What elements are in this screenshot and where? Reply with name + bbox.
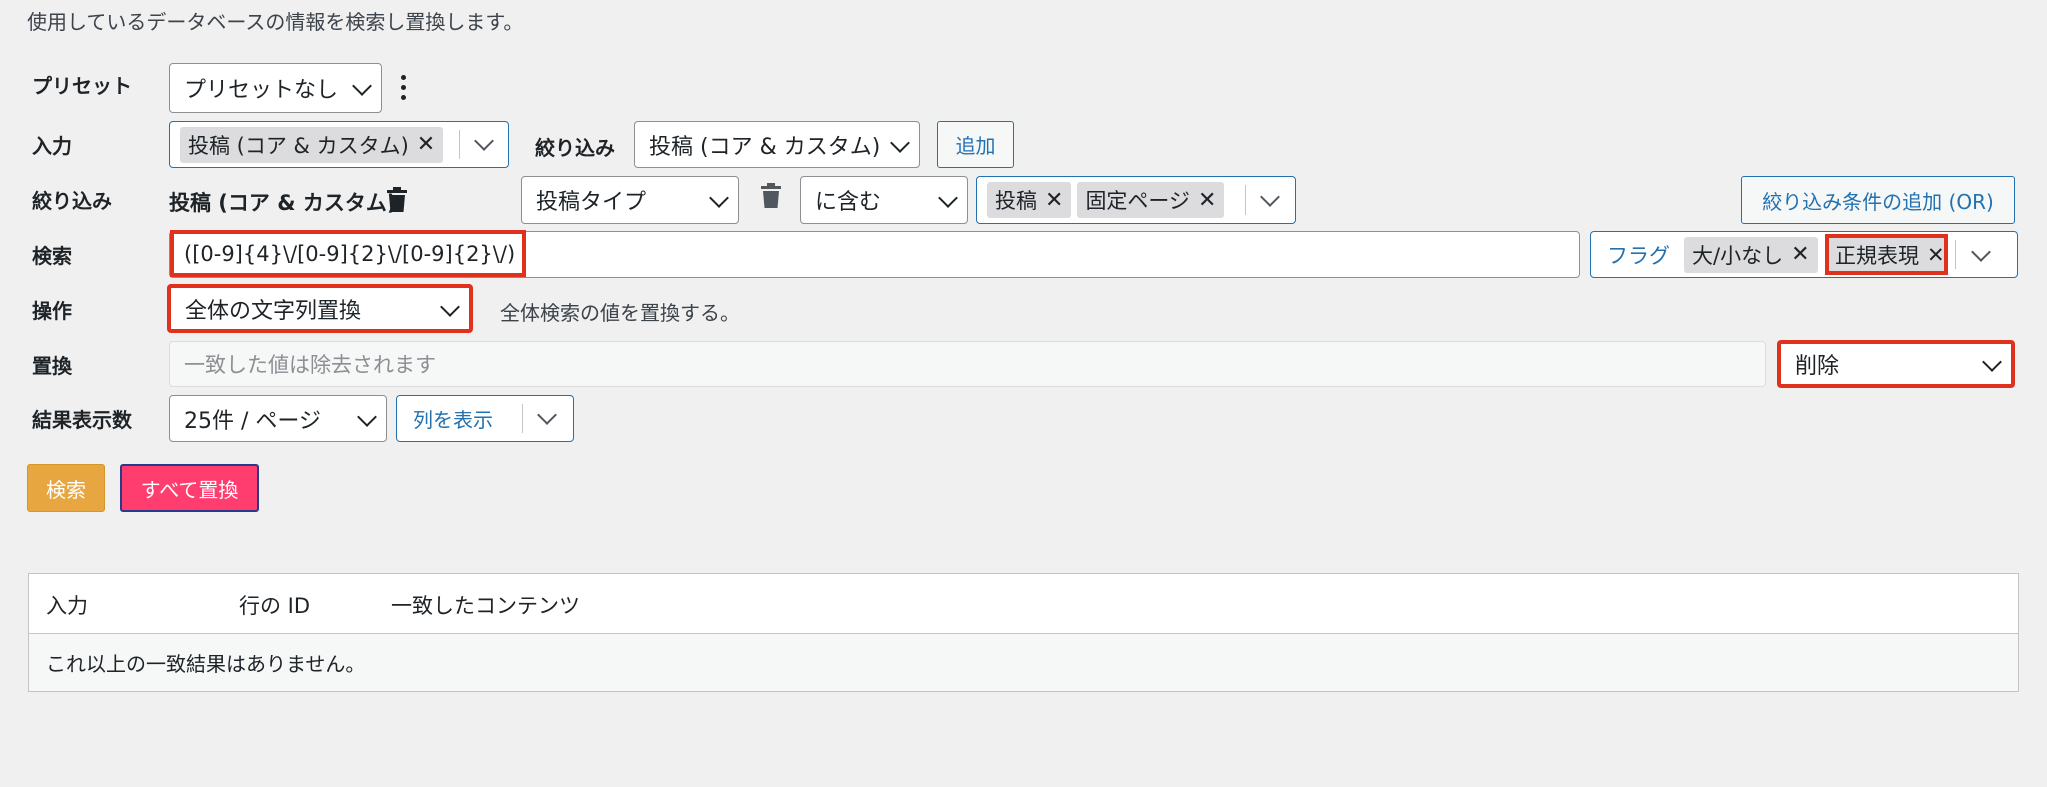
chevron-down-icon xyxy=(890,132,910,153)
post-type-multiselect[interactable]: 投稿 ✕ 固定ページ ✕ xyxy=(976,176,1296,224)
chevron-down-icon xyxy=(357,406,377,427)
preset-select-value: プリセットなし xyxy=(184,78,339,103)
chip-page: 固定ページ ✕ xyxy=(1077,182,1225,218)
input-chip: 投稿 (コア & カスタム) ✕ xyxy=(180,126,444,163)
filter-field-select[interactable]: 投稿タイプ xyxy=(521,176,739,224)
filter-operator-value: に含む xyxy=(815,190,882,215)
filter-group-title: 投稿 (コア & カスタム) xyxy=(169,187,396,217)
per-page-select[interactable]: 25件 / ページ xyxy=(169,395,387,442)
chevron-down-icon[interactable] xyxy=(537,405,557,425)
chevron-down-icon xyxy=(440,296,460,317)
search-value: ([0-9]{4}\/[0-9]{2}\/[0-9]{2}\/) xyxy=(184,241,516,266)
preset-label: プリセット xyxy=(32,74,132,98)
chevron-down-icon[interactable] xyxy=(1971,242,1991,262)
search-label: 検索 xyxy=(32,244,72,268)
trash-icon[interactable] xyxy=(760,183,782,209)
divider xyxy=(1245,185,1246,215)
replace-all-button[interactable]: すべて置換 xyxy=(120,464,259,512)
filter-label: 絞り込み xyxy=(32,189,112,213)
column-header-source: 入力 xyxy=(46,594,88,618)
remove-chip-icon[interactable]: ✕ xyxy=(1927,243,1945,267)
input-label: 入力 xyxy=(32,134,72,158)
columns-select[interactable]: 列を表示 xyxy=(396,395,574,442)
chip-post: 投稿 ✕ xyxy=(987,182,1072,218)
page-description: 使用しているデータベースの情報を検索し置換します。 xyxy=(27,10,524,34)
search-button[interactable]: 検索 xyxy=(27,464,105,512)
search-value-highlight: ([0-9]{4}\/[0-9]{2}\/[0-9]{2}\/) xyxy=(170,230,526,277)
results-label: 結果表示数 xyxy=(32,408,132,432)
add-or-condition-button[interactable]: 絞り込み条件の追加 (OR) xyxy=(1741,176,2015,224)
chevron-down-icon[interactable] xyxy=(1260,187,1280,207)
action-select[interactable]: 全体の文字列置換 xyxy=(167,284,473,333)
flags-label: フラグ xyxy=(1607,243,1670,268)
replace-placeholder: 一致した値は除去されます xyxy=(184,353,436,377)
input-multiselect[interactable]: 投稿 (コア & カスタム) ✕ xyxy=(169,121,509,168)
column-header-matched-content: 一致したコンテンツ xyxy=(391,594,580,618)
filter-operator-select[interactable]: に含む xyxy=(800,176,968,224)
chip-case-insensitive-label: 大/小なし xyxy=(1692,243,1784,268)
remove-chip-icon[interactable]: ✕ xyxy=(1045,188,1063,213)
remove-chip-icon[interactable]: ✕ xyxy=(417,132,435,157)
chevron-down-icon xyxy=(352,76,372,96)
filter-group-title-text: 投稿 (コア & カスタム) xyxy=(169,191,397,215)
preset-select[interactable]: プリセットなし xyxy=(169,63,382,113)
divider xyxy=(459,130,460,159)
more-options-icon[interactable] xyxy=(396,72,410,104)
replace-input: 一致した値は除去されます xyxy=(169,341,1766,387)
filter-select-value: 投稿 (コア & カスタム) xyxy=(649,134,881,160)
replace-mode-select[interactable]: 削除 xyxy=(1777,340,2015,388)
columns-button-label: 列を表示 xyxy=(413,408,493,432)
action-label: 操作 xyxy=(32,299,72,323)
empty-results-message: これ以上の一致結果はありません。 xyxy=(46,652,366,676)
divider xyxy=(1955,240,1956,269)
per-page-value: 25件 / ページ xyxy=(184,408,321,434)
chip-regex: 正規表現 ✕ xyxy=(1825,234,1948,275)
remove-chip-icon[interactable]: ✕ xyxy=(1198,188,1216,213)
filter-field-value: 投稿タイプ xyxy=(536,190,647,215)
chip-regex-label: 正規表現 xyxy=(1835,243,1919,268)
add-button[interactable]: 追加 xyxy=(937,121,1014,168)
table-header: 入力 行の ID 一致したコンテンツ xyxy=(29,574,2018,634)
chevron-down-icon xyxy=(709,188,729,208)
chevron-down-icon xyxy=(1982,352,2002,372)
table-body: これ以上の一致結果はありません。 xyxy=(29,634,2018,691)
chip-case-insensitive: 大/小なし ✕ xyxy=(1684,236,1818,273)
column-header-row-id: 行の ID xyxy=(239,594,311,618)
chip-post-label: 投稿 xyxy=(995,189,1037,213)
trash-icon[interactable] xyxy=(386,187,408,213)
chevron-down-icon[interactable] xyxy=(474,131,494,151)
input-chip-label: 投稿 (コア & カスタム) xyxy=(188,133,409,158)
replace-label: 置換 xyxy=(32,354,72,378)
flags-multiselect[interactable]: フラグ 大/小なし ✕ xyxy=(1590,231,2018,278)
replace-mode-value: 削除 xyxy=(1795,354,1840,379)
action-hint: 全体検索の値を置換する。 xyxy=(500,301,740,325)
chip-page-label: 固定ページ xyxy=(1085,189,1191,213)
filter-inline-label: 絞り込み xyxy=(535,136,615,160)
results-table: 入力 行の ID 一致したコンテンツ これ以上の一致結果はありません。 xyxy=(28,573,2019,692)
action-select-value: 全体の文字列置換 xyxy=(185,298,362,324)
remove-chip-icon[interactable]: ✕ xyxy=(1791,242,1809,267)
divider xyxy=(522,404,523,433)
chevron-down-icon xyxy=(938,188,958,208)
filter-select[interactable]: 投稿 (コア & カスタム) xyxy=(634,121,920,168)
